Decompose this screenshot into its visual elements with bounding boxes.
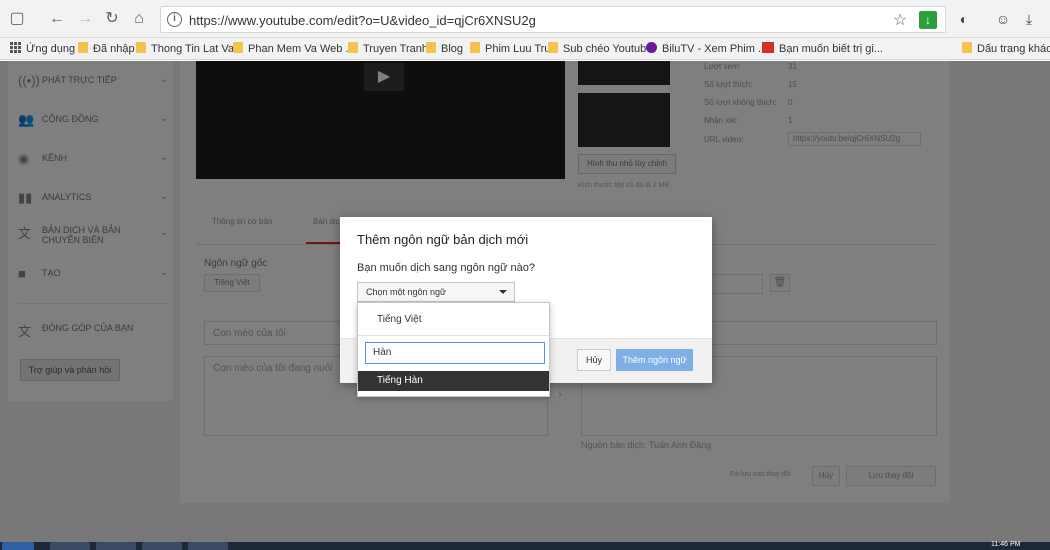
folder-icon	[78, 42, 88, 53]
taskbar-app[interactable]	[142, 542, 182, 550]
folder-icon	[470, 42, 480, 53]
folder-icon	[136, 42, 146, 53]
dialog-title: Thêm ngôn ngữ bản dịch mới	[357, 232, 529, 247]
download-icon[interactable]: ⤓	[1020, 10, 1038, 28]
info-icon[interactable]: i	[167, 12, 182, 27]
taskbar-app[interactable]	[50, 542, 90, 550]
bilutv-icon	[646, 42, 657, 53]
taskbar-clock: 11:46 PM	[991, 541, 1021, 548]
folder-icon	[426, 42, 436, 53]
cancel-button[interactable]: Hủy	[577, 349, 611, 371]
extension-icon[interactable]: ◐	[955, 10, 973, 28]
folder-icon	[548, 42, 558, 53]
bookmarks-bar: Ứng dụng Đã nhập Thong Tin Lat Vat Phan …	[0, 38, 1050, 60]
browser-toolbar: ▢ ← → ↻ ⌂ i https://www.youtube.com/edit…	[0, 0, 1050, 38]
forward-icon[interactable]: →	[74, 8, 96, 30]
os-taskbar: 11:46 PM	[0, 541, 1050, 550]
bookmark-folder[interactable]: Thong Tin Lat Vat	[136, 41, 237, 57]
url-text[interactable]: https://www.youtube.com/edit?o=U&video_i…	[189, 13, 536, 28]
bookmark-apps[interactable]: Ứng dụng	[10, 41, 75, 57]
start-button[interactable]	[2, 542, 34, 550]
home-icon[interactable]: ⌂	[128, 8, 150, 30]
download-extension-icon[interactable]: ↓	[919, 11, 937, 29]
language-select-label: Chọn một ngôn ngữ	[366, 287, 447, 297]
address-bar[interactable]: i https://www.youtube.com/edit?o=U&video…	[160, 6, 946, 33]
folder-icon	[233, 42, 243, 53]
language-search-input[interactable]: Hàn	[365, 342, 545, 364]
bookmark-folder[interactable]: Blog	[426, 41, 463, 57]
bookmark-folder[interactable]: Phan Mem Va Web ...	[233, 41, 355, 57]
window-icon[interactable]: ▢	[6, 8, 28, 30]
caret-down-icon	[499, 290, 507, 294]
bookmark-bilutv[interactable]: BiluTV - Xem Phim ...	[646, 41, 767, 57]
bookmark-page[interactable]: Bạn muốn biết trị gi...	[762, 41, 883, 57]
language-dropdown: Tiếng Việt Hàn Tiếng Hàn	[357, 302, 550, 397]
language-option[interactable]: Tiếng Việt	[358, 307, 549, 333]
flag-icon	[762, 42, 774, 53]
taskbar-app[interactable]	[188, 542, 228, 550]
bookmark-folder[interactable]: Đã nhập	[78, 41, 135, 57]
bookmark-folder[interactable]: Phim Luu Tru	[470, 41, 550, 57]
dropdown-divider	[358, 335, 549, 336]
profile-avatar-icon[interactable]: ☺	[994, 10, 1012, 28]
reload-icon[interactable]: ↻	[101, 8, 123, 30]
bookmark-folder[interactable]: Sub chéo Youtube	[548, 41, 652, 57]
folder-icon	[348, 42, 358, 53]
bookmark-other[interactable]: Dấu trang khác	[962, 41, 1050, 57]
bookmark-folder[interactable]: Truyen Tranh	[348, 41, 428, 57]
add-language-button[interactable]: Thêm ngôn ngữ	[616, 349, 693, 371]
bookmark-star-icon[interactable]: ☆	[893, 10, 907, 30]
back-icon[interactable]: ←	[46, 8, 68, 30]
folder-icon	[962, 42, 972, 53]
language-select[interactable]: Chọn một ngôn ngữ	[357, 282, 515, 302]
apps-grid-icon	[10, 42, 21, 53]
language-option-highlighted[interactable]: Tiếng Hàn	[358, 371, 549, 391]
taskbar-app[interactable]	[96, 542, 136, 550]
dialog-question: Bạn muốn dịch sang ngôn ngữ nào?	[357, 262, 535, 274]
